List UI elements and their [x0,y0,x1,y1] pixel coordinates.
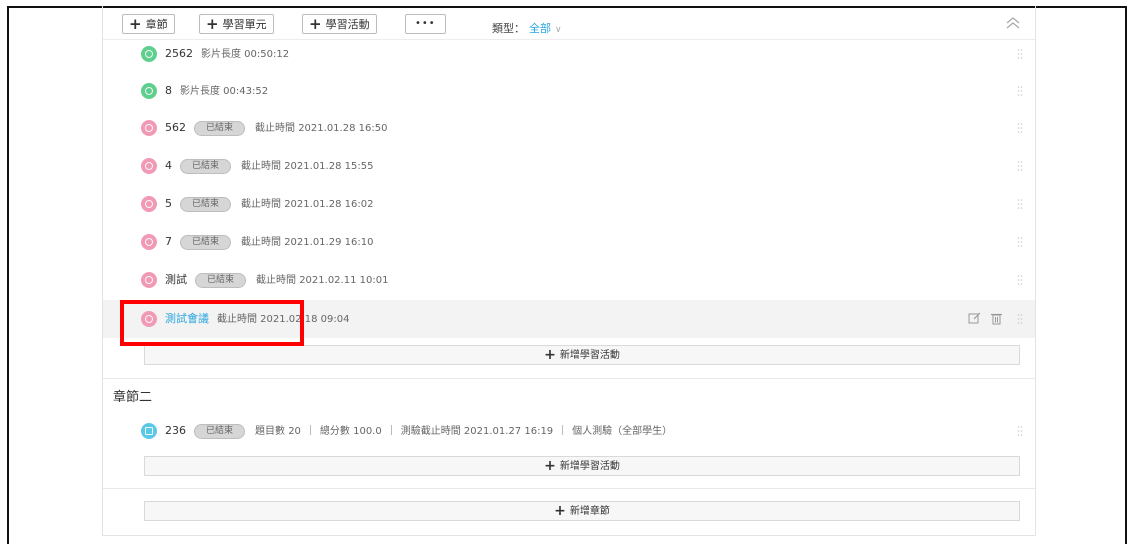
status-badge: 已結束 [180,197,232,212]
type-filter[interactable]: 類型： 全部 ∨ [492,20,562,36]
plus-icon: + [309,15,322,33]
add-chapter-bar[interactable]: + 新增章節 [144,501,1020,521]
course-content-panel: + 章節 + 學習單元 + 學習活動 ••• 類型： 全部 ∨ 2562 影片長度 00:5… [102,6,1036,536]
list-item[interactable]: 7 已結束 截止時間 2021.01.29 16:10 [103,223,1035,261]
item-meta: 截止時間 2021.01.28 16:50 [255,123,388,134]
status-badge: 已結束 [180,159,232,174]
list-item[interactable]: 5 已結束 截止時間 2021.01.28 16:02 [103,185,1035,223]
more-button[interactable]: ••• [405,14,446,34]
video-icon [141,83,157,99]
quiz-mode: 個人測驗（全部學生） [572,426,673,437]
trash-icon[interactable] [990,312,1003,325]
drag-handle-icon[interactable] [1017,236,1023,248]
add-chapter-label: 章節 [145,18,168,31]
chapter-divider [103,488,1035,489]
add-activity-bar[interactable]: + 新增學習活動 [144,345,1020,365]
chevron-down-icon: ∨ [555,25,562,35]
discussion-icon [141,120,157,136]
status-badge: 已結束 [180,235,232,250]
drag-handle-icon[interactable] [1017,85,1023,97]
quiz-deadline: 測驗截止時間 2021.01.27 16:19 [400,426,554,437]
item-title[interactable]: 562 [165,121,186,134]
add-activity-button[interactable]: + 學習活動 [302,14,377,34]
item-meta: 截止時間 2021.01.28 15:55 [241,161,374,172]
status-badge: 已結束 [195,273,247,288]
add-unit-label: 學習單元 [222,18,267,31]
drag-handle-icon[interactable] [1017,48,1023,60]
list-item[interactable]: 4 已結束 截止時間 2021.01.28 15:55 [103,147,1035,185]
add-chapter-bar-label: 新增章節 [569,506,610,517]
drag-handle-icon[interactable] [1017,313,1023,325]
item-meta: 截止時間 2021.02.11 10:01 [256,275,389,286]
add-activity-bar-label: 新增學習活動 [559,461,620,472]
collapse-up-icon[interactable] [1005,16,1021,30]
item-meta: 截止時間 2021.01.28 16:02 [241,199,374,210]
type-filter-label: 類型： [492,22,525,35]
discussion-icon [141,158,157,174]
discussion-icon [141,272,157,288]
drag-handle-icon[interactable] [1017,274,1023,286]
item-title[interactable]: 7 [165,235,172,248]
add-activity-bar[interactable]: + 新增學習活動 [144,456,1020,476]
item-title[interactable]: 2562 [165,47,193,60]
total-score: 總分數 100.0 [319,426,382,437]
add-activity-label: 學習活動 [325,18,370,31]
add-unit-button[interactable]: + 學習單元 [199,14,274,34]
status-badge: 已結束 [194,121,246,136]
discussion-icon [141,234,157,250]
highlight-box [120,300,304,346]
item-meta: 影片長度 00:43:52 [180,86,269,97]
list-item[interactable]: 2562 影片長度 00:50:12 [103,35,1035,73]
edit-icon[interactable] [968,312,981,325]
add-chapter-button[interactable]: + 章節 [122,14,175,34]
list-item[interactable]: 236 已結束 題目數 20 總分數 100.0 測驗截止時間 2021.01.27 1… [103,412,1035,450]
plus-icon: + [206,15,219,33]
item-title[interactable]: 4 [165,159,172,172]
item-title[interactable]: 測試 [165,273,187,286]
status-badge: 已結束 [194,424,246,439]
discussion-icon [141,196,157,212]
drag-handle-icon[interactable] [1017,425,1023,437]
list-item[interactable]: 測試 已結束 截止時間 2021.02.11 10:01 [103,261,1035,299]
item-title[interactable]: 8 [165,84,172,97]
type-filter-value[interactable]: 全部 [529,22,551,35]
video-icon [141,46,157,62]
plus-icon: + [544,458,556,474]
item-title[interactable]: 236 [165,424,186,437]
add-activity-bar-label: 新增學習活動 [559,350,620,361]
item-meta: 影片長度 00:50:12 [201,49,290,60]
item-title[interactable]: 5 [165,197,172,210]
plus-icon: + [554,503,566,519]
question-count: 題目數 20 [255,426,301,437]
drag-handle-icon[interactable] [1017,160,1023,172]
list-item[interactable]: 8 影片長度 00:43:52 [103,72,1035,110]
item-meta: 截止時間 2021.01.29 16:10 [241,237,374,248]
plus-icon: + [544,347,556,363]
list-item[interactable]: 562 已結束 截止時間 2021.01.28 16:50 [103,109,1035,147]
plus-icon: + [129,15,142,33]
drag-handle-icon[interactable] [1017,198,1023,210]
drag-handle-icon[interactable] [1017,122,1023,134]
chapter-divider [103,378,1035,379]
quiz-icon [141,423,157,439]
chapter-title: 章節二 [113,390,153,405]
